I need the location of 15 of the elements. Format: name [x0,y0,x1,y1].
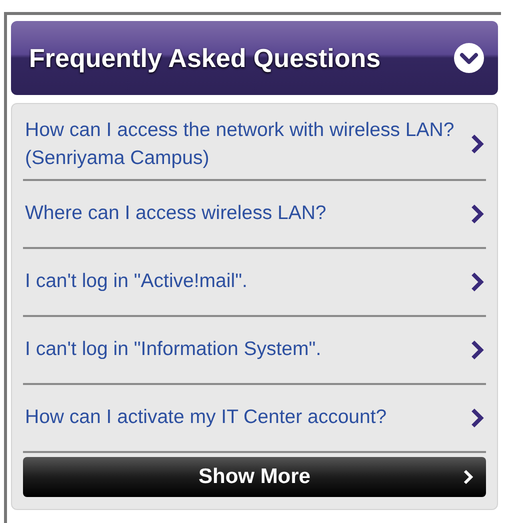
chevron-down-icon[interactable] [454,43,484,73]
chevron-right-icon [470,133,484,156]
faq-link[interactable]: Where can I access wireless LAN? [23,182,486,245]
faq-link[interactable]: How can I access the network with wireless LAN?(Senriyama Campus) [23,112,486,177]
chevron-right-icon [470,202,484,225]
chevron-right-icon [470,270,484,293]
chevron-right-icon [462,468,474,486]
faq-title: Frequently Asked Questions [29,42,381,74]
show-more-button[interactable]: Show More [23,456,486,497]
chevron-right-icon [470,338,484,361]
faq-link[interactable]: I can't log in "Information System". [23,318,486,381]
faq-link[interactable]: I can't log in "Active!mail". [23,250,486,313]
faq-link[interactable]: How can I activate my IT Center account? [23,386,486,449]
faq-header[interactable]: Frequently Asked Questions [11,21,498,95]
chevron-right-icon [470,406,484,429]
